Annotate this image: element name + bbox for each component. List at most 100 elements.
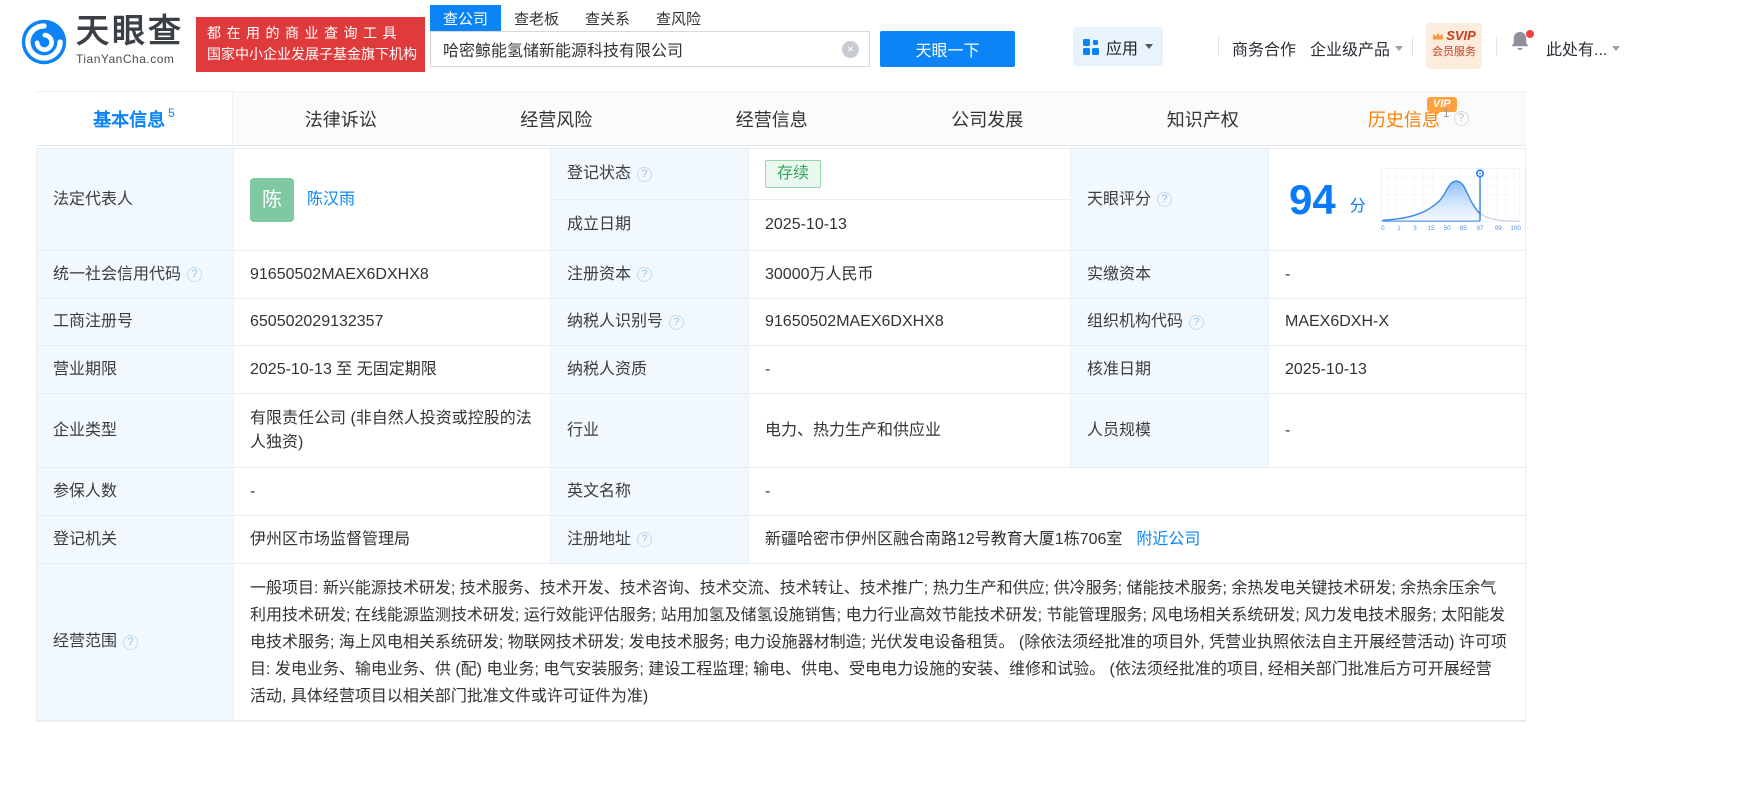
tab-company-development[interactable]: 公司发展: [880, 92, 1096, 145]
field-label-reg-status: 登记状态?: [551, 149, 749, 200]
field-label-reg-capital: 注册资本?: [551, 251, 749, 299]
search-tabs: 查公司 查老板 查关系 查风险: [430, 5, 1015, 31]
field-value-company-type: 有限责任公司 (非自然人投资或控股的法人独资): [234, 394, 551, 468]
svg-text:50: 50: [1443, 225, 1450, 232]
score-axis-labels: 0 1 3 15 50 85 97 99 100: [1381, 225, 1521, 232]
apps-label: 应用: [1106, 40, 1139, 58]
help-icon[interactable]: ?: [637, 267, 653, 282]
field-label-insured-count: 参保人数: [37, 468, 234, 516]
svg-text:0: 0: [1381, 225, 1385, 232]
field-label-paid-capital: 实缴资本: [1071, 251, 1269, 299]
field-label-staff-size: 人员规模: [1071, 394, 1269, 468]
field-label-english-name: 英文名称: [551, 468, 749, 516]
svg-text:99: 99: [1494, 225, 1501, 232]
header-right: 应用 商务合作 企业级产品 SVIP 会员服务 此处有...: [1060, 0, 1743, 91]
search-tab-company[interactable]: 查公司: [430, 5, 502, 31]
search-input-wrap: ×: [430, 31, 870, 67]
field-value-reg-authority: 伊州区市场监督管理局: [234, 516, 551, 564]
field-label-taxpayer-quality: 纳税人资质: [551, 346, 749, 394]
help-icon[interactable]: ?: [637, 166, 653, 182]
apps-grid-icon: [1083, 38, 1099, 55]
field-label-org-code: 组织机构代码?: [1071, 299, 1269, 346]
legal-rep-avatar[interactable]: 陈: [250, 177, 294, 222]
tab-legal-litigation[interactable]: 法律诉讼: [233, 92, 449, 145]
field-label-company-type: 企业类型: [37, 394, 234, 468]
notification-dot: [1526, 30, 1534, 38]
field-label-business-scope: 经营范围?: [37, 564, 234, 721]
brand-domain: TianYanCha.com: [76, 52, 175, 66]
header-divider: [1496, 36, 1497, 56]
field-value-credit-code: 91650502MAEX6DXHX8: [234, 251, 551, 299]
tianyancha-logo[interactable]: 天眼查 TianYanCha.com: [21, 13, 184, 66]
status-badge: 存续: [765, 160, 822, 188]
search-input[interactable]: [431, 32, 869, 66]
svg-text:3: 3: [1413, 225, 1417, 232]
enterprise-products-link[interactable]: 企业级产品: [1310, 36, 1404, 60]
score-distribution-chart: 0 1 3 15 50 85 97 99 100: [1380, 167, 1521, 232]
nearby-companies-link[interactable]: 附近公司: [1136, 528, 1200, 552]
tab-intellectual-property[interactable]: 知识产权: [1095, 92, 1311, 145]
field-value-reg-capital: 30000万人民币: [749, 251, 1071, 299]
search-button[interactable]: 天眼一下: [880, 31, 1015, 67]
field-value-business-scope: 一般项目: 新兴能源技术研发; 技术服务、技术开发、技术咨询、技术交流、技术转让…: [234, 564, 1525, 721]
chevron-down-icon: [1145, 44, 1154, 49]
header-divider: [1218, 36, 1219, 56]
field-value-industry: 电力、热力生产和供应业: [749, 394, 1071, 468]
svg-text:97: 97: [1476, 225, 1483, 232]
field-label-biz-term: 营业期限: [37, 346, 234, 394]
help-icon[interactable]: ?: [1189, 314, 1205, 330]
promo-line1: 都在用的商业查询工具: [207, 25, 402, 41]
field-value-est-date: 2025-10-13: [749, 200, 1071, 251]
business-cooperation-link[interactable]: 商务合作: [1232, 36, 1296, 60]
field-label-legal-rep: 法定代表人: [37, 149, 234, 251]
search-tab-boss[interactable]: 查老板: [501, 5, 572, 31]
search-clear-icon[interactable]: ×: [842, 41, 859, 58]
field-value-reg-status: 存续: [749, 149, 1071, 200]
tab-operation-info[interactable]: 经营信息: [664, 92, 880, 145]
tab-history-info[interactable]: VIP 历史信息 1 ?: [1311, 92, 1527, 145]
apps-menu-button[interactable]: 应用: [1073, 27, 1164, 66]
header-divider: [1412, 36, 1413, 56]
help-icon[interactable]: ?: [669, 314, 685, 330]
field-value-org-code: MAEX6DXH-X: [1269, 299, 1525, 346]
field-value-staff-size: -: [1269, 394, 1525, 468]
search-tab-relation[interactable]: 查关系: [572, 5, 643, 31]
field-label-approval-date: 核准日期: [1071, 346, 1269, 394]
basic-info-table: 法定代表人 陈 陈汉雨 登记状态? 存续 天眼评分? 94 分 0 1 3 15…: [36, 148, 1526, 722]
notifications-bell-icon[interactable]: [1510, 30, 1534, 57]
promo-line2: 国家中小企业发展子基金旗下机构: [207, 46, 417, 62]
promo-banner: 都在用的商业查询工具 国家中小企业发展子基金旗下机构: [196, 17, 425, 72]
help-icon[interactable]: ?: [187, 267, 203, 282]
svip-member-button[interactable]: SVIP 会员服务: [1426, 23, 1482, 69]
field-value-taxpayer-quality: -: [749, 346, 1071, 394]
legal-rep-link[interactable]: 陈汉雨: [307, 188, 355, 212]
field-value-approval-date: 2025-10-13: [1269, 346, 1525, 394]
field-label-est-date: 成立日期: [551, 200, 749, 251]
help-icon[interactable]: ?: [1453, 111, 1469, 126]
tianyancha-swirl-icon: [21, 19, 67, 65]
score-unit: 分: [1349, 197, 1366, 215]
field-value-reg-number: 650502029132357: [234, 299, 551, 346]
company-section-tabs: 基本信息 5 法律诉讼 经营风险 经营信息 公司发展 知识产权 VIP 历史信息…: [36, 91, 1526, 146]
svg-text:1: 1: [1397, 225, 1401, 232]
field-label-industry: 行业: [551, 394, 749, 468]
field-value-score: 94 分 0 1 3 15 50 85 97 99 100: [1269, 149, 1525, 251]
tab-basic-info[interactable]: 基本信息 5: [36, 92, 233, 145]
search-module: 查公司 查老板 查关系 查风险 × 天眼一下: [430, 5, 1015, 67]
svg-text:85: 85: [1460, 225, 1467, 232]
field-value-biz-term: 2025-10-13 至 无固定期限: [234, 346, 551, 394]
search-tab-risk[interactable]: 查风险: [643, 5, 714, 31]
chevron-down-icon: [1395, 45, 1404, 51]
help-icon[interactable]: ?: [1157, 192, 1173, 207]
help-icon[interactable]: ?: [637, 532, 653, 547]
field-label-reg-authority: 登记机关: [37, 516, 234, 564]
field-label-credit-code: 统一社会信用代码?: [37, 251, 234, 299]
field-value-english-name: -: [749, 468, 1525, 516]
brand-name: 天眼查: [76, 12, 184, 49]
tab-operation-risk[interactable]: 经营风险: [449, 92, 665, 145]
help-icon[interactable]: ?: [123, 634, 139, 650]
tab-count: 5: [168, 105, 175, 120]
chevron-down-icon: [1612, 45, 1621, 51]
account-menu[interactable]: 此处有...: [1546, 36, 1621, 60]
tianyancha-company-page: 天眼查 TianYanCha.com 都在用的商业查询工具 国家中小企业发展子基…: [0, 0, 1743, 801]
